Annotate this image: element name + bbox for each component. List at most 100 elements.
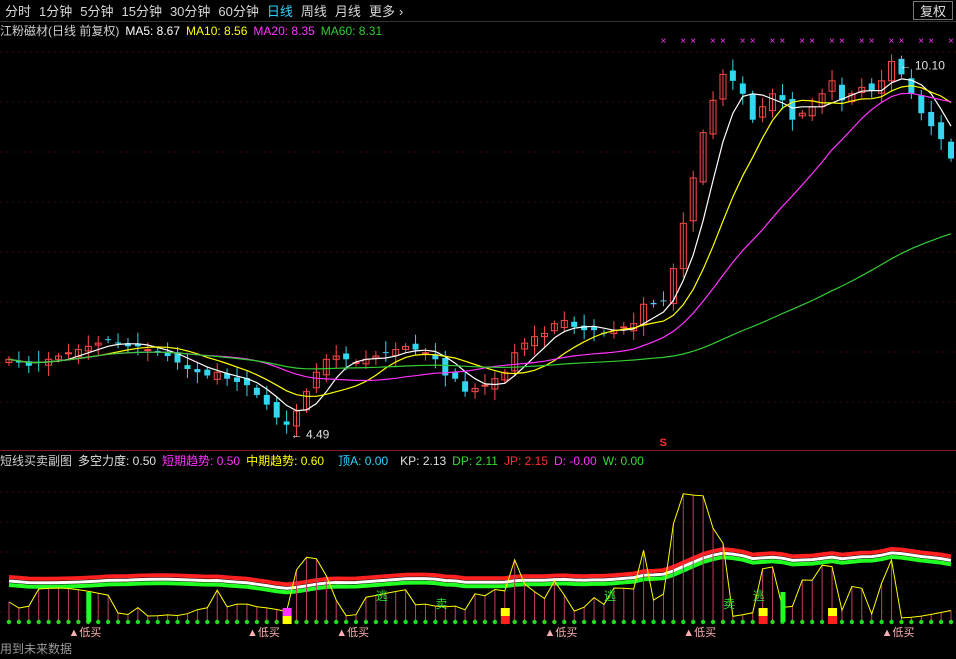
low-label: ← 4.49 [291, 428, 330, 442]
baseline-dot [730, 619, 736, 625]
baseline-dot [919, 619, 924, 625]
baseline-dot [720, 619, 726, 625]
baseline-dot [215, 619, 220, 625]
baseline-dot [562, 619, 567, 625]
candle-body [650, 302, 657, 305]
tab-4[interactable]: 30分钟 [167, 2, 215, 20]
baseline-dot [66, 619, 71, 625]
dp-value: DP: 2.11 [452, 454, 498, 468]
baseline-dot [472, 619, 478, 625]
candle-body [739, 83, 746, 94]
baseline-dot [56, 619, 61, 625]
signal-block [828, 608, 838, 616]
candle-body [779, 95, 786, 101]
baseline-dot [274, 619, 279, 625]
baseline-dot [581, 619, 587, 625]
mid-trend-value: 中期趋势: 0.60 [246, 454, 325, 468]
candle-body [868, 83, 875, 91]
candle-body [462, 381, 469, 392]
baseline-dot [254, 619, 260, 625]
tab-3[interactable]: 15分钟 [118, 2, 166, 20]
x-mark: × [799, 36, 805, 47]
baseline-dot [195, 619, 200, 625]
x-mark: × [839, 36, 845, 47]
baseline-dot [899, 619, 904, 625]
baseline-dot [36, 619, 41, 625]
baseline-dot [383, 619, 388, 625]
chevron-right-icon: › [398, 4, 404, 19]
duokong-value: 多空力度: 0.50 [78, 454, 157, 468]
more-menu[interactable]: 更多 › [366, 2, 408, 20]
high-label: ← 10.10 [900, 58, 946, 72]
candle-body [948, 141, 955, 159]
ma20-line [8, 92, 952, 382]
x-mark: × [770, 36, 776, 47]
tab-0[interactable]: 分时 [2, 2, 36, 20]
candle-body [729, 70, 736, 81]
tab-5[interactable]: 60分钟 [215, 2, 263, 20]
low-buy-label: ▲低买 [544, 626, 577, 639]
candle-body [412, 343, 419, 350]
candle-body [115, 342, 122, 344]
baseline-dot [522, 619, 527, 625]
candle-body [421, 352, 429, 355]
jp-value: JP: 2.15 [503, 454, 549, 468]
baseline-dot [681, 619, 686, 625]
baseline-dot [443, 619, 448, 625]
baseline-dot [205, 619, 210, 625]
baseline-dot [879, 619, 884, 625]
baseline-dot [175, 619, 180, 625]
tab-6[interactable]: 日线 [264, 2, 298, 20]
sub-legend: 短线买卖副图 多空力度: 0.50 短期趋势: 0.50 中期趋势: 0.60 … [0, 453, 644, 469]
baseline-dot [462, 619, 468, 625]
baseline-dot [810, 619, 815, 625]
fuquan-button[interactable]: 复权 [912, 1, 953, 20]
baseline-dot [234, 619, 240, 625]
baseline-dot [651, 619, 656, 625]
baseline-dot [185, 619, 190, 625]
baseline-dot [790, 619, 795, 625]
green-bar [86, 592, 92, 622]
signal-block [758, 616, 768, 624]
tab-7[interactable]: 周线 [298, 2, 332, 20]
candlestick-chart[interactable]: ← 10.10← 4.49× × × × × × × × × × × × × × × × × × × ×S [0, 22, 956, 450]
baseline-dot [403, 619, 408, 625]
candle-body [343, 353, 350, 360]
x-mark: × [918, 36, 924, 47]
signal-block [828, 616, 838, 624]
candle-body [918, 95, 925, 114]
baseline-dot [165, 619, 170, 625]
baseline-dot [244, 619, 250, 625]
candle-body [204, 369, 211, 376]
indicator-chart[interactable]: ▲低买 ▲低买 ▲低买 ▲低买 ▲低买 ▲低买 逃 逃 逃卖 卖 [0, 470, 956, 658]
x-mark: × [809, 36, 815, 47]
candle-body [660, 300, 667, 302]
baseline-dot [155, 619, 160, 625]
baseline-dot [482, 619, 488, 625]
baseline-dot [938, 619, 944, 625]
baseline-dot [601, 619, 607, 625]
baseline-dot [611, 619, 617, 625]
baseline-dot [453, 619, 458, 625]
baseline-dot [105, 619, 111, 625]
candle-body [938, 122, 945, 140]
baseline-dot [264, 619, 269, 625]
baseline-dot [909, 619, 914, 625]
baseline-dot [929, 619, 934, 625]
escape-label: 逃 [604, 589, 616, 603]
tab-1[interactable]: 1分钟 [36, 2, 77, 20]
sell-label: 卖 [723, 597, 735, 611]
tab-2[interactable]: 5分钟 [77, 2, 118, 20]
baseline-dot [948, 619, 954, 625]
tab-8[interactable]: 月线 [332, 2, 366, 20]
w-value: W: 0.00 [602, 454, 644, 468]
x-mark: × [720, 36, 726, 47]
baseline-dot [16, 619, 22, 625]
baseline-dot [849, 619, 855, 625]
baseline-dot [859, 619, 864, 625]
signal-block [282, 616, 292, 624]
x-mark: × [948, 36, 954, 47]
candle-body [382, 352, 389, 354]
sell-label: 卖 [435, 597, 447, 611]
s-marker: S [659, 437, 666, 449]
